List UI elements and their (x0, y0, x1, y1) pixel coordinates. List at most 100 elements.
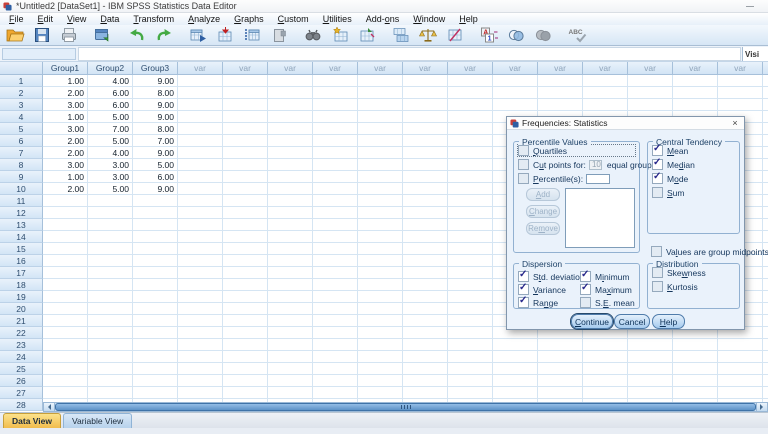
data-cell[interactable] (358, 243, 403, 255)
goto-variable-icon[interactable] (213, 26, 237, 44)
data-cell[interactable] (403, 75, 448, 87)
data-cell[interactable]: 6.00 (88, 87, 133, 99)
data-cell[interactable] (223, 123, 268, 135)
data-cell[interactable] (43, 327, 88, 339)
data-cell[interactable] (448, 327, 493, 339)
row-header[interactable]: 25 (0, 363, 43, 375)
minimize-button[interactable] (746, 6, 754, 7)
data-cell[interactable] (88, 363, 133, 375)
data-cell[interactable] (403, 99, 448, 111)
scroll-right-arrow[interactable] (756, 403, 767, 411)
data-cell[interactable] (358, 339, 403, 351)
row-header[interactable]: 1 (0, 75, 43, 87)
data-cell[interactable] (448, 339, 493, 351)
data-cell[interactable] (628, 375, 673, 387)
help-button[interactable]: Help (652, 314, 685, 329)
data-cell[interactable] (223, 111, 268, 123)
data-cell[interactable] (448, 231, 493, 243)
data-cell[interactable] (538, 375, 583, 387)
data-cell[interactable] (268, 315, 313, 327)
data-cell[interactable] (403, 267, 448, 279)
data-cell[interactable] (493, 375, 538, 387)
data-cell[interactable]: 1.00 (43, 75, 88, 87)
data-cell[interactable] (313, 123, 358, 135)
data-cell[interactable] (178, 363, 223, 375)
data-cell[interactable] (358, 207, 403, 219)
data-cell[interactable] (448, 387, 493, 399)
data-cell[interactable] (313, 327, 358, 339)
data-cell[interactable] (313, 219, 358, 231)
data-cell[interactable] (718, 363, 763, 375)
row-header[interactable]: 4 (0, 111, 43, 123)
data-cell[interactable] (223, 327, 268, 339)
data-cell[interactable] (133, 363, 178, 375)
column-header-var[interactable]: var (718, 62, 763, 75)
data-cell[interactable] (538, 339, 583, 351)
insert-variable-icon[interactable] (355, 26, 379, 44)
horizontal-scrollbar[interactable] (43, 402, 768, 412)
data-cell[interactable]: 3.00 (43, 159, 88, 171)
data-cell[interactable] (178, 159, 223, 171)
data-cell[interactable] (268, 111, 313, 123)
tab-variable-view[interactable]: Variable View (63, 413, 133, 428)
row-header[interactable]: 8 (0, 159, 43, 171)
data-cell[interactable] (133, 291, 178, 303)
data-cell[interactable] (763, 339, 768, 351)
file-info-icon[interactable] (267, 26, 291, 44)
weight-cases-icon[interactable] (416, 26, 440, 44)
data-cell[interactable]: 9.00 (133, 99, 178, 111)
data-cell[interactable] (43, 207, 88, 219)
column-header-group1[interactable]: Group1 (43, 62, 88, 75)
data-cell[interactable] (763, 351, 768, 363)
data-cell[interactable] (313, 159, 358, 171)
checkbox-range[interactable]: Range (518, 295, 580, 308)
data-cell[interactable] (358, 351, 403, 363)
row-header[interactable]: 14 (0, 231, 43, 243)
data-cell[interactable] (223, 219, 268, 231)
data-cell[interactable] (43, 387, 88, 399)
row-header[interactable]: 15 (0, 243, 43, 255)
data-cell[interactable] (268, 231, 313, 243)
data-cell[interactable] (43, 291, 88, 303)
data-cell[interactable] (178, 147, 223, 159)
data-cell[interactable] (763, 387, 768, 399)
data-cell[interactable] (43, 375, 88, 387)
data-cell[interactable] (268, 195, 313, 207)
row-header[interactable]: 16 (0, 255, 43, 267)
print-icon[interactable] (57, 26, 81, 44)
checkbox-maximum[interactable]: Maximum (580, 282, 639, 295)
data-cell[interactable] (403, 375, 448, 387)
data-cell[interactable] (583, 339, 628, 351)
data-cell[interactable] (223, 207, 268, 219)
menu-view[interactable]: View (60, 14, 93, 24)
data-cell[interactable] (313, 171, 358, 183)
data-cell[interactable] (763, 135, 768, 147)
data-cell[interactable] (763, 171, 768, 183)
data-cell[interactable] (448, 183, 493, 195)
row-header[interactable]: 24 (0, 351, 43, 363)
data-cell[interactable] (448, 171, 493, 183)
data-cell[interactable] (88, 279, 133, 291)
data-cell[interactable] (178, 279, 223, 291)
data-cell[interactable] (448, 279, 493, 291)
data-cell[interactable] (223, 171, 268, 183)
data-cell[interactable] (223, 183, 268, 195)
data-cell[interactable] (583, 87, 628, 99)
data-cell[interactable] (403, 363, 448, 375)
data-cell[interactable] (673, 351, 718, 363)
column-header-var[interactable]: var (763, 62, 768, 75)
data-cell[interactable] (268, 267, 313, 279)
data-cell[interactable] (448, 243, 493, 255)
data-cell[interactable] (178, 171, 223, 183)
open-data-icon[interactable] (3, 26, 27, 44)
data-cell[interactable] (628, 351, 673, 363)
data-cell[interactable] (493, 363, 538, 375)
data-cell[interactable] (88, 387, 133, 399)
data-cell[interactable] (313, 207, 358, 219)
data-cell[interactable]: 3.00 (43, 123, 88, 135)
checkbox-median[interactable]: Median (652, 157, 735, 170)
data-cell[interactable] (178, 231, 223, 243)
data-cell[interactable]: 5.00 (88, 183, 133, 195)
data-cell[interactable] (358, 255, 403, 267)
checkbox-values-are-group-midpoints[interactable]: Values are group midpoints (651, 246, 768, 257)
